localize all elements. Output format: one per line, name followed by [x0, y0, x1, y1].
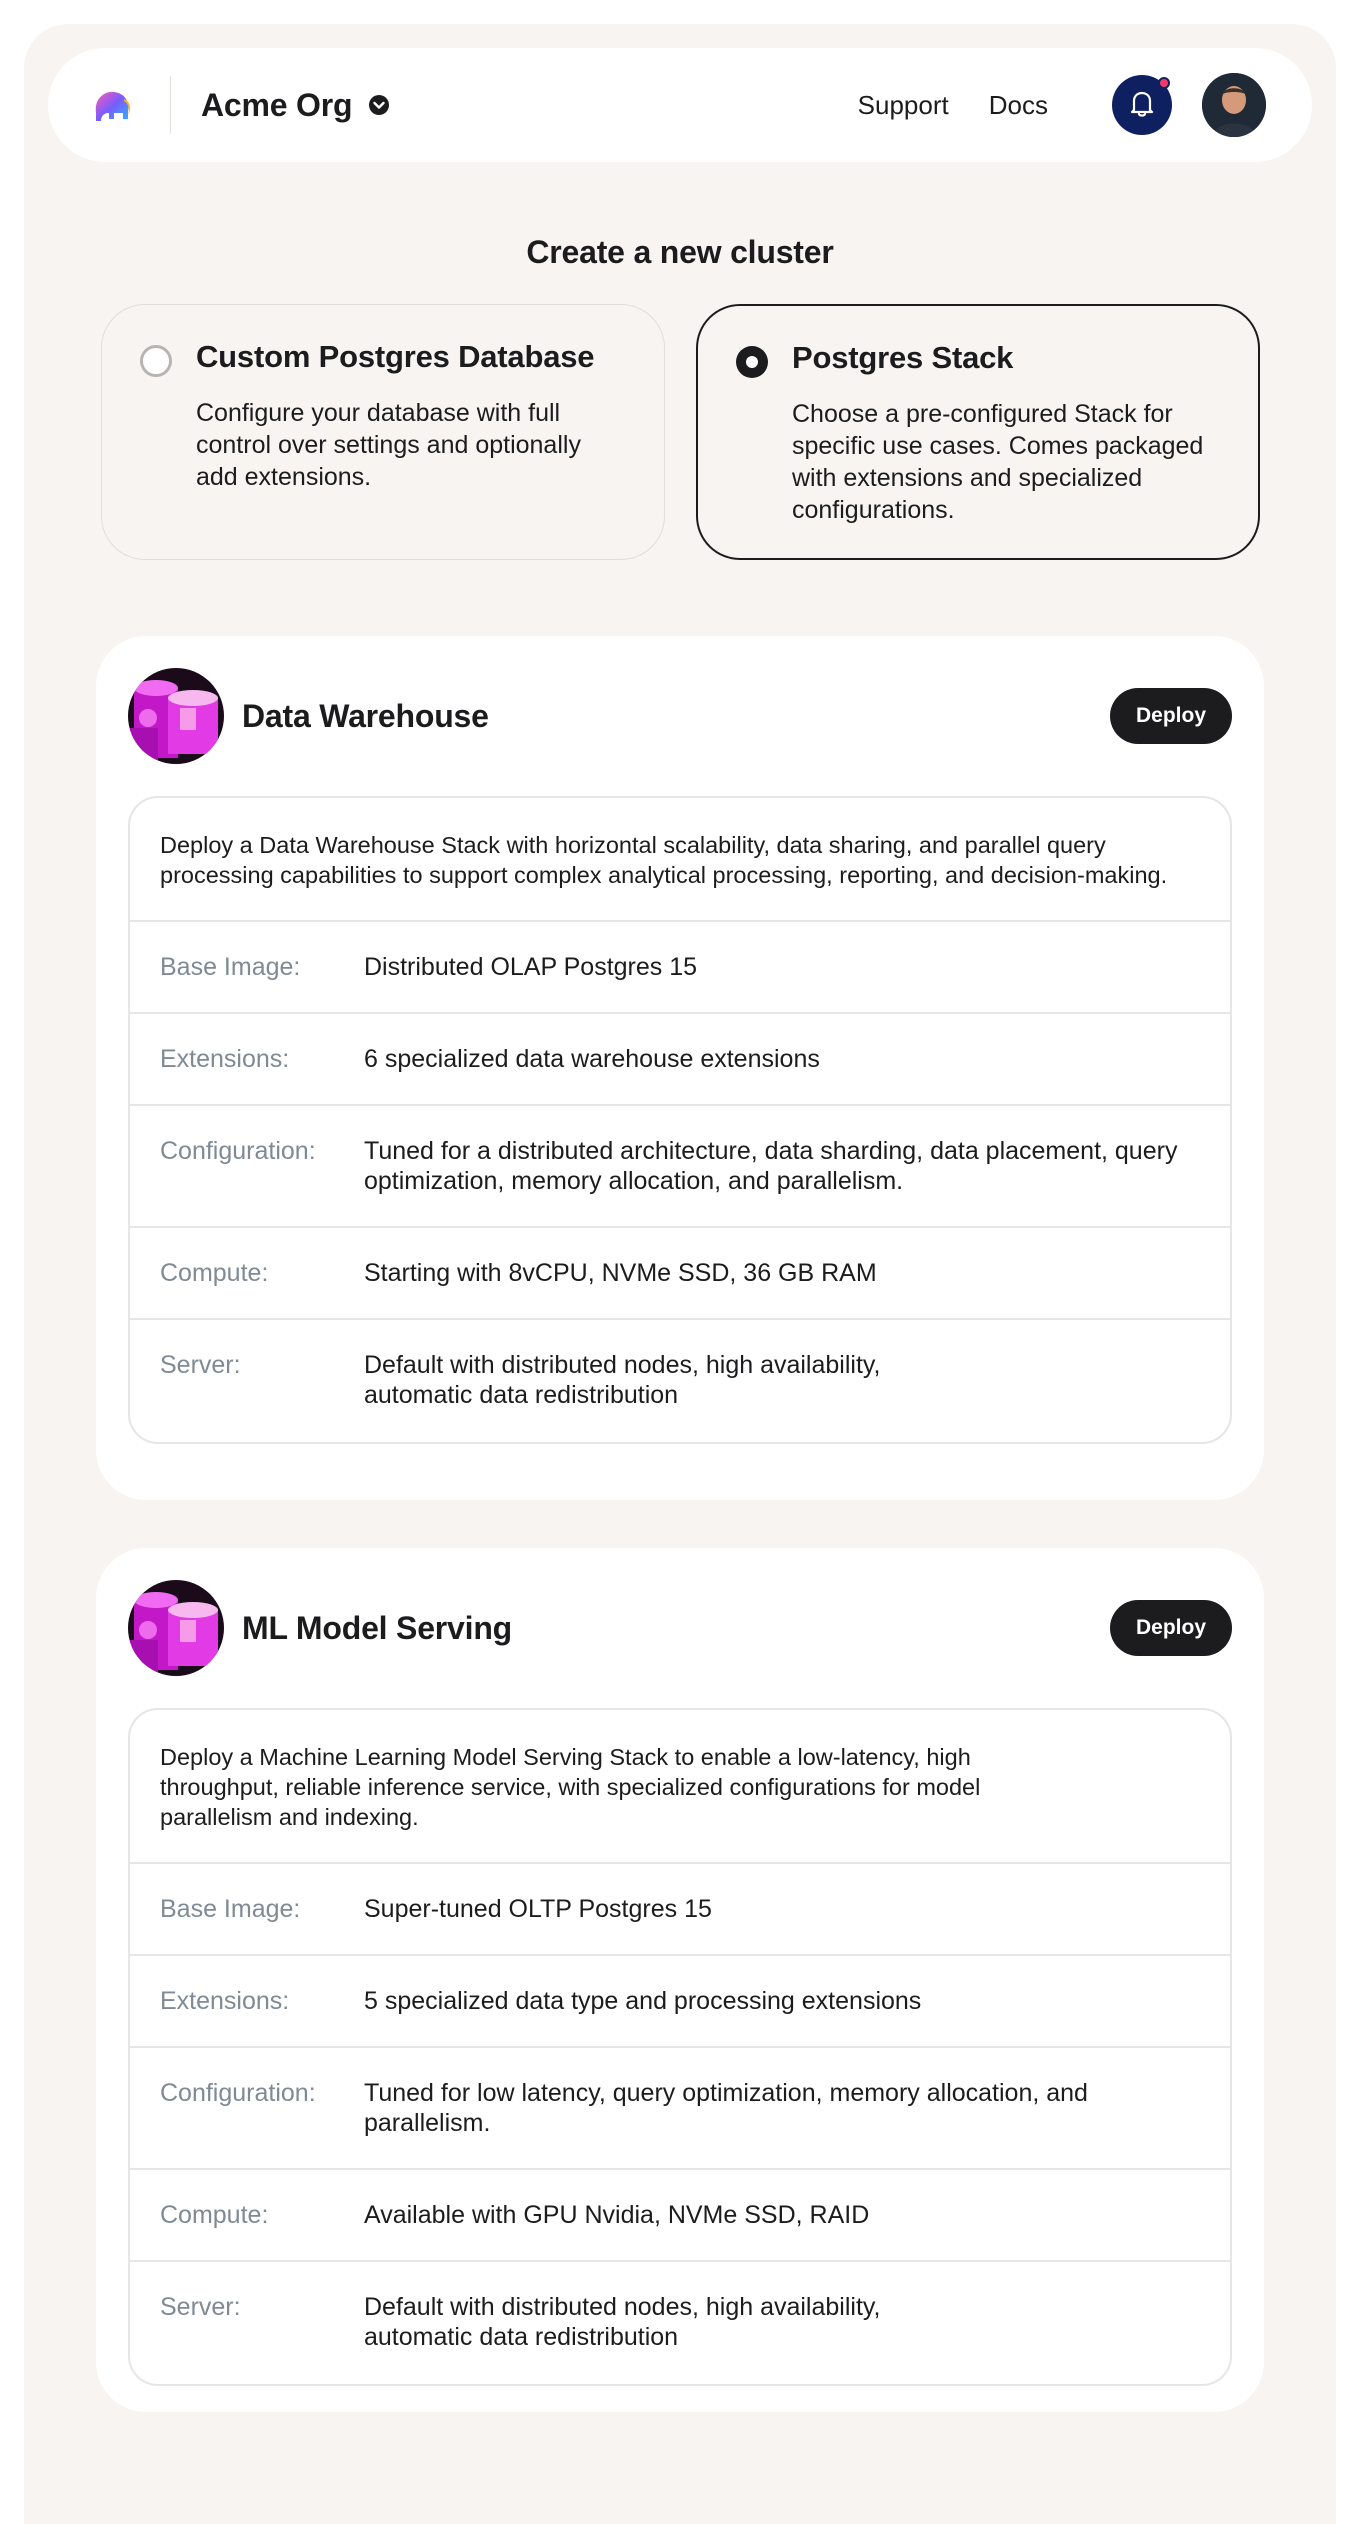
detail-value: 5 specialized data type and processing e…: [364, 1987, 922, 2015]
elephant-logo-icon[interactable]: [90, 83, 134, 127]
option-description: Choose a pre-configured Stack for specif…: [792, 400, 1204, 524]
detail-value: Default with distributed nodes, high ava…: [364, 1351, 881, 1409]
option-description: Configure your database with full contro…: [196, 399, 581, 491]
detail-row-base-image: Base Image: Super-tuned OLTP Postgres 15: [130, 1864, 1230, 1956]
detail-value: Tuned for low latency, query optimizatio…: [364, 2079, 1088, 2137]
detail-label: Server:: [160, 2293, 241, 2321]
chevron-down-icon: [368, 94, 390, 116]
radio-postgres-stack[interactable]: [736, 346, 768, 378]
detail-label: Extensions:: [160, 1987, 290, 2015]
stack-thumbnail: [128, 668, 224, 764]
detail-row-compute: Compute: Available with GPU Nvidia, NVMe…: [130, 2170, 1230, 2262]
stack-card-header: ML Model Serving Deploy: [128, 1580, 1232, 1676]
detail-row-configuration: Configuration: Tuned for a distributed a…: [130, 1106, 1230, 1228]
detail-label: Compute:: [160, 1259, 269, 1287]
top-header: Acme Org Support Docs: [48, 48, 1312, 162]
user-avatar[interactable]: [1202, 73, 1266, 137]
nav-link-support[interactable]: Support: [858, 90, 949, 121]
option-title: Postgres Stack: [792, 340, 1014, 375]
option-postgres-stack[interactable]: Postgres Stack Choose a pre-configured S…: [696, 304, 1260, 560]
notification-badge: [1158, 77, 1170, 89]
detail-row-base-image: Base Image: Distributed OLAP Postgres 15: [130, 922, 1230, 1014]
stack-description: Deploy a Machine Learning Model Serving …: [130, 1710, 1230, 1864]
detail-label: Base Image:: [160, 953, 301, 981]
option-title: Custom Postgres Database: [196, 339, 595, 374]
detail-label: Base Image:: [160, 1895, 301, 1923]
detail-value: Available with GPU Nvidia, NVMe SSD, RAI…: [364, 2201, 870, 2229]
detail-row-compute: Compute: Starting with 8vCPU, NVMe SSD, …: [130, 1228, 1230, 1320]
detail-value: Super-tuned OLTP Postgres 15: [364, 1895, 712, 1923]
org-switcher[interactable]: Acme Org: [201, 87, 390, 124]
detail-label: Configuration:: [160, 1137, 316, 1165]
stack-name: Data Warehouse: [242, 697, 489, 734]
detail-row-server: Server: Default with distributed nodes, …: [130, 1320, 1230, 1442]
detail-value: Default with distributed nodes, high ava…: [364, 2293, 881, 2351]
detail-row-extensions: Extensions: 6 specialized data warehouse…: [130, 1014, 1230, 1106]
stack-details: Deploy a Data Warehouse Stack with horiz…: [128, 796, 1232, 1444]
detail-label: Configuration:: [160, 2079, 316, 2107]
detail-label: Extensions:: [160, 1045, 290, 1073]
header-divider: [170, 76, 171, 134]
radio-custom-postgres[interactable]: [140, 345, 172, 377]
stack-details: Deploy a Machine Learning Model Serving …: [128, 1708, 1232, 2386]
deploy-button[interactable]: Deploy: [1110, 688, 1232, 744]
stack-card-header: Data Warehouse Deploy: [128, 668, 1232, 764]
detail-label: Compute:: [160, 2201, 269, 2229]
detail-value: Starting with 8vCPU, NVMe SSD, 36 GB RAM: [364, 1259, 877, 1287]
nav-link-docs[interactable]: Docs: [989, 90, 1048, 121]
page-title: Create a new cluster: [526, 234, 834, 270]
detail-value: 6 specialized data warehouse extensions: [364, 1045, 820, 1073]
org-name: Acme Org: [201, 86, 353, 123]
header-nav: Support Docs: [858, 73, 1266, 137]
notifications-button[interactable]: [1112, 75, 1172, 135]
stack-description: Deploy a Data Warehouse Stack with horiz…: [130, 798, 1230, 922]
detail-row-configuration: Configuration: Tuned for low latency, qu…: [130, 2048, 1230, 2170]
bell-icon: [1125, 86, 1159, 125]
detail-row-server: Server: Default with distributed nodes, …: [130, 2262, 1230, 2384]
stack-thumbnail: [128, 1580, 224, 1676]
detail-value: Distributed OLAP Postgres 15: [364, 953, 698, 981]
stack-name: ML Model Serving: [242, 1609, 513, 1646]
deploy-button[interactable]: Deploy: [1110, 1600, 1232, 1656]
detail-value: Tuned for a distributed architecture, da…: [364, 1137, 1178, 1195]
detail-row-extensions: Extensions: 5 specialized data type and …: [130, 1956, 1230, 2048]
page-frame: Acme Org Support Docs Create a new clust…: [24, 24, 1336, 2524]
stack-card-ml-model-serving: ML Model Serving Deploy Deploy a Machine…: [96, 1548, 1264, 2412]
stack-card-data-warehouse: Data Warehouse Deploy Deploy a Data Ware…: [96, 636, 1264, 1500]
option-custom-postgres[interactable]: Custom Postgres Database Configure your …: [101, 304, 665, 560]
detail-label: Server:: [160, 1351, 241, 1379]
